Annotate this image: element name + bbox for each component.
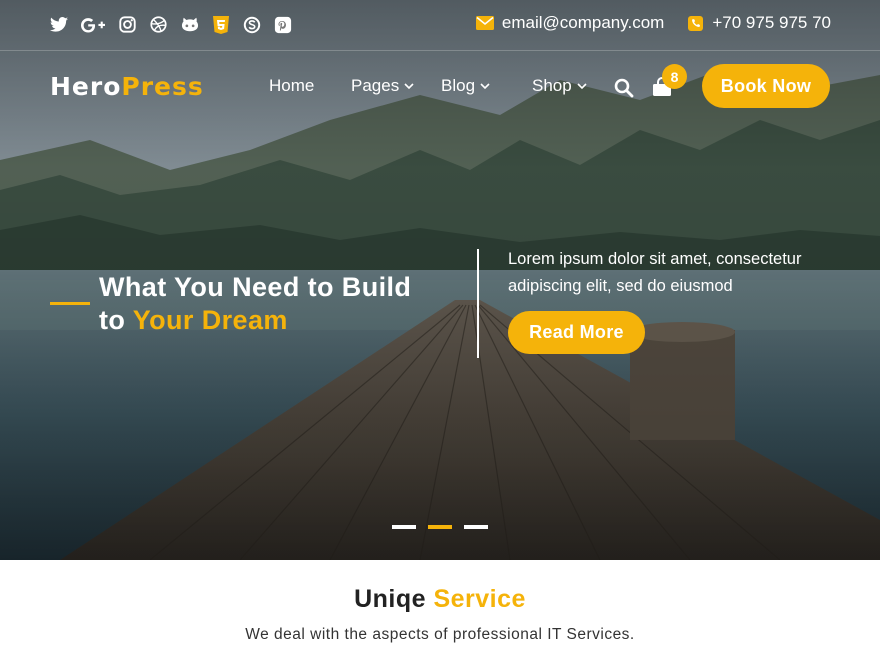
phone-text: +70 975 975 70: [712, 13, 831, 32]
nav-pages-label: Pages: [351, 76, 400, 95]
book-now-button[interactable]: Book Now: [702, 64, 830, 108]
pinterest-icon[interactable]: [273, 15, 292, 34]
service-title-plain: Uniqe: [354, 585, 427, 613]
nav-blog-label: Blog: [441, 76, 476, 95]
nav-pages[interactable]: Pages: [351, 76, 441, 96]
skype-icon[interactable]: [242, 15, 261, 34]
headline-line-2: to Your Dream: [99, 304, 411, 337]
instagram-icon[interactable]: [118, 15, 137, 34]
phone-contact[interactable]: +70 975 975 70: [686, 13, 831, 33]
nav-home[interactable]: Home: [269, 76, 351, 96]
main-nav: Home Pages Blog Shop: [269, 76, 587, 96]
hero-headline: What You Need to Build to Your Dream: [99, 271, 411, 337]
social-links: [49, 15, 292, 34]
slider-dot-2[interactable]: [428, 525, 452, 529]
hero-slider: email@company.com +70 975 975 70 HeroPre…: [0, 0, 880, 560]
service-section-subtitle: We deal with the aspects of professional…: [245, 626, 635, 643]
email-text: email@company.com: [501, 13, 665, 32]
slider-pagination: [392, 525, 488, 529]
email-contact[interactable]: email@company.com: [475, 13, 665, 33]
dribbble-icon[interactable]: [149, 15, 168, 34]
service-section-title: Uniqe Service: [0, 585, 880, 614]
nav-blog[interactable]: Blog: [441, 76, 532, 96]
read-more-button[interactable]: Read More: [508, 311, 645, 354]
nav-shop-label: Shop: [532, 76, 572, 95]
logo-text-press: Press: [121, 72, 204, 101]
html5-icon[interactable]: [211, 15, 230, 34]
headline-accent-line: [50, 302, 90, 305]
headline-prefix: to: [99, 305, 126, 335]
slider-dot-3[interactable]: [464, 525, 488, 529]
hero-divider: [477, 249, 479, 358]
twitter-icon[interactable]: [49, 15, 68, 34]
nav-home-label: Home: [269, 76, 315, 95]
google-plus-icon[interactable]: [80, 15, 106, 34]
site-logo[interactable]: HeroPress: [50, 72, 204, 101]
headline-highlight: Your Dream: [132, 305, 288, 335]
envelope-icon: [475, 15, 494, 31]
contact-info: email@company.com +70 975 975 70: [475, 13, 831, 33]
chevron-down-icon: [577, 83, 587, 90]
top-bar: email@company.com +70 975 975 70: [0, 0, 880, 51]
phone-icon: [686, 15, 704, 31]
logo-text-hero: Hero: [50, 72, 122, 101]
cart-count-badge: 8: [662, 64, 687, 89]
headline-line-1: What You Need to Build: [99, 272, 412, 302]
chevron-down-icon: [404, 83, 414, 90]
hero-description: Lorem ipsum dolor sit amet, consectetur …: [508, 250, 802, 295]
service-title-highlight: Service: [433, 585, 526, 613]
search-icon[interactable]: [614, 78, 634, 98]
slider-dot-1[interactable]: [392, 525, 416, 529]
github-icon[interactable]: [180, 15, 199, 34]
chevron-down-icon: [480, 83, 490, 90]
nav-shop[interactable]: Shop: [532, 76, 587, 96]
